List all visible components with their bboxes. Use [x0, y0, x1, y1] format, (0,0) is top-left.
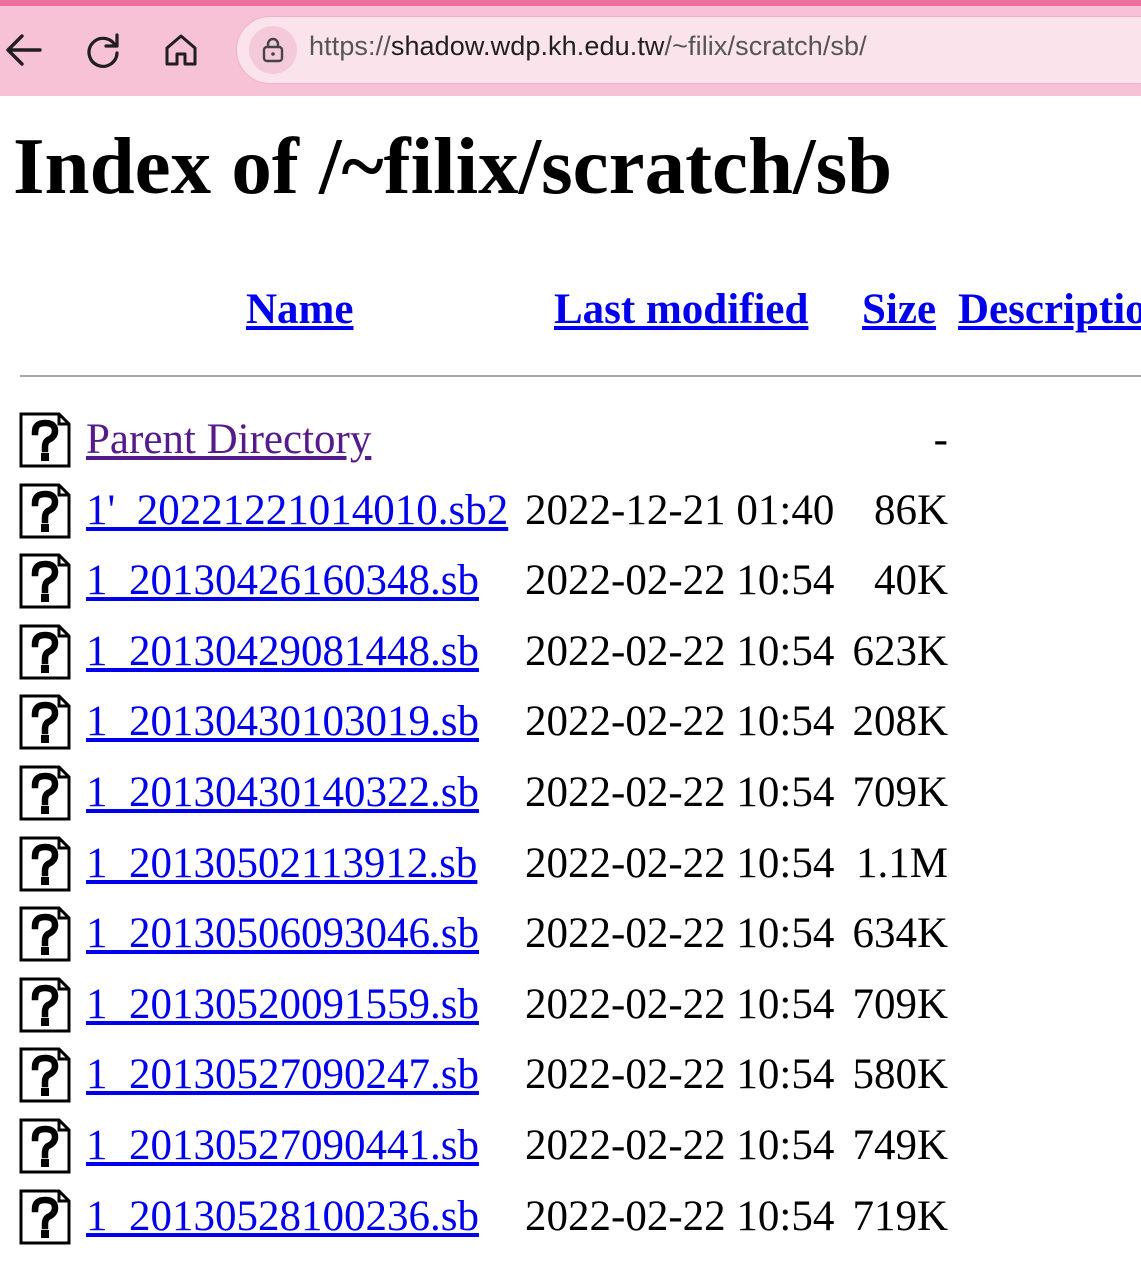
url-path: /~filix/scratch/sb/	[664, 31, 867, 61]
arrow-left-icon	[6, 34, 42, 66]
table-row: 1_20130430103019.sb 2022-02-22 10:54 208…	[0, 692, 1141, 762]
unknown-file-icon	[19, 836, 71, 892]
url-text[interactable]: https://shadow.wdp.kh.edu.tw/~filix/scra…	[309, 31, 867, 62]
unknown-file-icon	[19, 694, 71, 750]
table-row: 1_20130506093046.sb 2022-02-22 10:54 634…	[0, 904, 1141, 974]
file-size: 623K	[852, 628, 948, 675]
file-link[interactable]: 1_20130527090247.sb	[86, 1053, 479, 1096]
home-icon	[165, 34, 197, 66]
file-modified: 2022-02-22 10:54	[525, 1051, 835, 1098]
file-size: 719K	[852, 1193, 948, 1240]
reload-button[interactable]	[80, 27, 126, 73]
lock-icon	[262, 37, 284, 63]
unknown-file-icon	[19, 1118, 71, 1174]
file-size: 86K	[873, 487, 948, 534]
table-row: 1_20130430140322.sb 2022-02-22 10:54 709…	[0, 763, 1141, 833]
sort-by-name-link[interactable]: Name	[246, 288, 353, 331]
file-modified: 2022-02-22 10:54	[525, 698, 835, 745]
file-modified: 2022-02-22 10:54	[525, 1193, 835, 1240]
unknown-file-icon	[19, 1047, 71, 1103]
table-row: 1_20130426160348.sb 2022-02-22 10:54 40K	[0, 551, 1141, 621]
browser-toolbar: https://shadow.wdp.kh.edu.tw/~filix/scra…	[0, 0, 1141, 96]
unknown-file-icon	[19, 1189, 71, 1245]
unknown-file-icon	[19, 412, 71, 468]
table-row: 1_20130527090247.sb 2022-02-22 10:54 580…	[0, 1045, 1141, 1115]
file-size: 749K	[852, 1122, 948, 1169]
table-row: 1'_20221221014010.sb2 2022-12-21 01:40 8…	[0, 481, 1141, 551]
file-modified: 2022-02-22 10:54	[525, 557, 835, 604]
file-size: 634K	[852, 910, 948, 957]
unknown-file-icon	[19, 624, 71, 680]
file-modified: 2022-02-22 10:54	[525, 910, 835, 957]
file-size: 208K	[852, 698, 948, 745]
file-modified: 2022-02-22 10:54	[525, 840, 835, 887]
file-link[interactable]: 1_20130528100236.sb	[86, 1195, 479, 1238]
file-size: 709K	[852, 981, 948, 1028]
page-title: Index of /~filix/scratch/sb	[13, 121, 893, 211]
parent-directory-link[interactable]: Parent Directory	[86, 418, 371, 461]
file-link[interactable]: 1_20130430140322.sb	[86, 771, 479, 814]
file-link[interactable]: 1_20130426160348.sb	[86, 559, 479, 602]
unknown-file-icon	[19, 765, 71, 821]
address-bar[interactable]: https://shadow.wdp.kh.edu.tw/~filix/scra…	[236, 16, 1141, 84]
unknown-file-icon	[19, 553, 71, 609]
file-modified: 2022-02-22 10:54	[525, 628, 835, 675]
file-size: 709K	[852, 769, 948, 816]
file-link[interactable]: 1'_20221221014010.sb2	[86, 489, 508, 532]
table-row: 1_20130502113912.sb 2022-02-22 10:54 1.1…	[0, 834, 1141, 904]
sort-by-description-link[interactable]: Description	[958, 288, 1141, 331]
file-modified: 2022-02-22 10:54	[525, 1122, 835, 1169]
unknown-file-icon	[19, 483, 71, 539]
file-link[interactable]: 1_20130520091559.sb	[86, 983, 479, 1026]
header-divider	[20, 375, 1141, 377]
file-link[interactable]: 1_20130527090441.sb	[86, 1124, 479, 1167]
back-button[interactable]	[0, 27, 46, 73]
site-info-button[interactable]	[249, 26, 297, 74]
sort-by-size-link[interactable]: Size	[862, 288, 936, 331]
file-modified: 2022-02-22 10:54	[525, 769, 835, 816]
sort-by-modified-link[interactable]: Last modified	[554, 288, 808, 331]
reload-icon	[87, 33, 119, 68]
file-link[interactable]: 1_20130430103019.sb	[86, 700, 479, 743]
url-scheme: https://	[309, 31, 391, 61]
file-link[interactable]: 1_20130502113912.sb	[86, 842, 477, 885]
unknown-file-icon	[19, 906, 71, 962]
table-row: 1_20130528100236.sb 2022-02-22 10:54 719…	[0, 1187, 1141, 1257]
file-size: 40K	[873, 557, 948, 604]
file-modified: 2022-02-22 10:54	[525, 981, 835, 1028]
home-button[interactable]	[158, 27, 204, 73]
file-modified: 2022-12-21 01:40	[525, 487, 835, 534]
page-content: Index of /~filix/scratch/sb Name Last mo…	[0, 96, 1141, 1263]
file-size: 580K	[852, 1051, 948, 1098]
toolbar-accent-line	[0, 0, 1141, 6]
url-host: shadow.wdp.kh.edu.tw	[390, 31, 665, 61]
table-row: 1_20130429081448.sb 2022-02-22 10:54 623…	[0, 622, 1141, 692]
file-link[interactable]: 1_20130429081448.sb	[86, 630, 479, 673]
parent-directory-row: Parent Directory -	[0, 410, 1141, 480]
table-row: 1_20130527090441.sb 2022-02-22 10:54 749…	[0, 1116, 1141, 1186]
unknown-file-icon	[19, 977, 71, 1033]
parent-directory-size: -	[933, 416, 948, 463]
file-size: 1.1M	[856, 840, 948, 887]
table-row: 1_20130520091559.sb 2022-02-22 10:54 709…	[0, 975, 1141, 1045]
file-link[interactable]: 1_20130506093046.sb	[86, 912, 479, 955]
